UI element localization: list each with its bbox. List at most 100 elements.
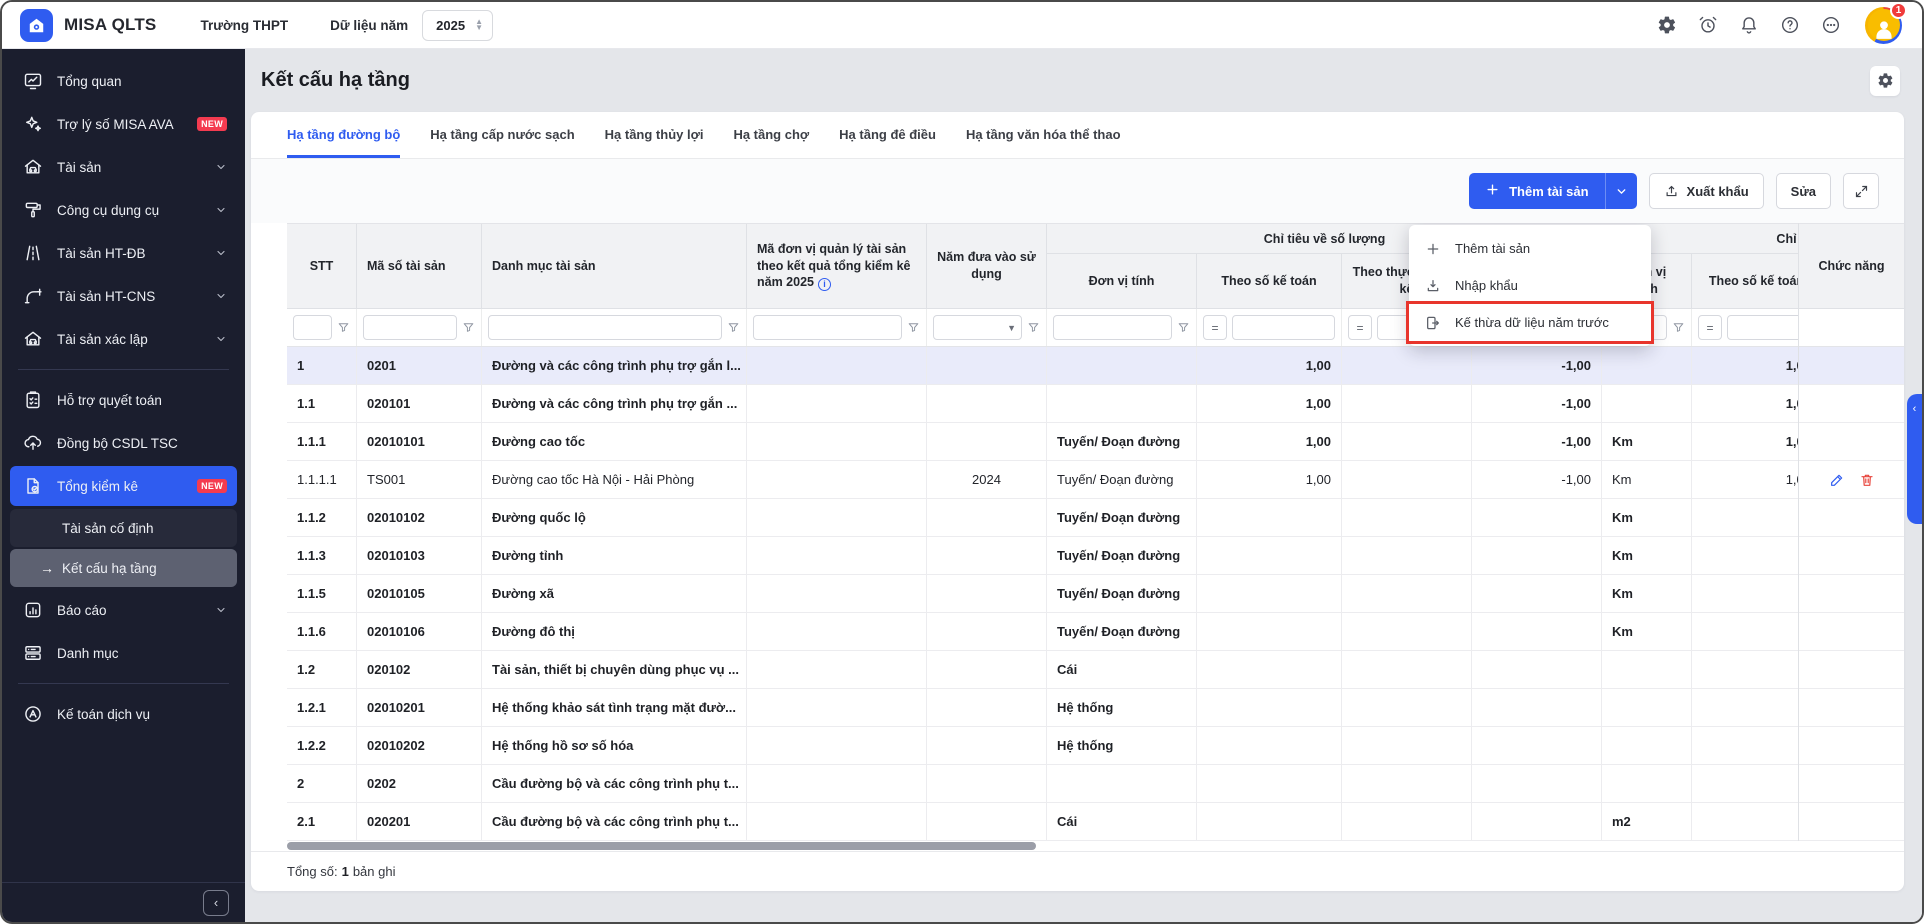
menu-item-1[interactable]: Nhập khẩu [1409, 267, 1651, 304]
tab-3[interactable]: Hạ tầng chợ [733, 112, 809, 158]
table-row[interactable]: 1.2.102010201Hệ thống khảo sát tình trạn… [287, 689, 1904, 727]
filter-funnel-icon[interactable] [907, 321, 920, 334]
filter-input-code[interactable] [363, 315, 457, 340]
cell-unit1: Cái [1047, 803, 1197, 840]
cell-qa: 1,00 [1197, 423, 1342, 460]
scrollbar-thumb[interactable] [287, 842, 1036, 850]
add-asset-dropdown-toggle[interactable] [1605, 173, 1637, 209]
cell-diff [1472, 803, 1602, 840]
table-row[interactable]: 1.2020102Tài sản, thiết bị chuyên dùng p… [287, 651, 1904, 689]
filter-input-mgmt[interactable] [753, 315, 902, 340]
sidebar-item-7[interactable]: Hỗ trợ quyết toán [10, 380, 237, 420]
tab-2[interactable]: Hạ tầng thủy lợi [605, 112, 704, 158]
side-panel-toggle[interactable]: ‹ [1907, 394, 1922, 524]
sidebar-item-2[interactable]: Tài sản [10, 147, 237, 187]
cell-code: 02010102 [357, 499, 482, 536]
tab-4[interactable]: Hạ tầng đê điều [839, 112, 936, 158]
table-row[interactable]: 1.1.202010102Đường quốc lộTuyến/ Đoạn đư… [287, 499, 1904, 537]
function-cell [1799, 423, 1904, 461]
sidebar-item-3[interactable]: Công cụ dụng cụ [10, 190, 237, 230]
more-icon[interactable] [1820, 14, 1842, 36]
table-row[interactable]: 10201Đường và các công trình phụ trợ gắn… [287, 347, 1904, 385]
cell-value: -1,00 [1561, 434, 1591, 449]
cell-value: 02010102 [367, 510, 425, 525]
help-icon[interactable] [1779, 14, 1801, 36]
filter-input-name[interactable] [488, 315, 722, 340]
cell-unit1: Tuyến/ Đoạn đường [1047, 537, 1197, 574]
filter-input-unit1[interactable] [1053, 315, 1172, 340]
sidebar-item-13[interactable]: Danh mục [10, 633, 237, 673]
cell-value: 020102 [367, 662, 410, 677]
export-button[interactable]: Xuất khẩu [1649, 173, 1764, 209]
cell-diff: -1,00 [1472, 461, 1602, 498]
filter-input-stt[interactable] [293, 315, 332, 340]
tab-1[interactable]: Hạ tầng cấp nước sạch [430, 112, 574, 158]
table-row[interactable]: 2.1020201Cầu đường bộ và các công trình … [287, 803, 1904, 841]
filter-funnel-icon[interactable] [337, 321, 350, 334]
cell-value: Cái [1057, 662, 1077, 677]
cell-value: Đường cao tốc Hà Nội - Hải Phòng [492, 472, 694, 487]
import-icon [1424, 278, 1442, 294]
add-asset-button[interactable]: Thêm tài sản [1469, 173, 1604, 209]
menu-item-0[interactable]: Thêm tài sản [1409, 230, 1651, 267]
filter-cell-qa: = [1197, 309, 1342, 346]
cell-stt: 1.2 [287, 651, 357, 688]
tab-0[interactable]: Hạ tầng đường bộ [287, 112, 400, 158]
sidebar-item-4[interactable]: Tài sản HT-ĐB [10, 233, 237, 273]
sidebar-item-12[interactable]: Báo cáo [10, 590, 237, 630]
sidebar-item-5[interactable]: Tài sản HT-CNS [10, 276, 237, 316]
filter-funnel-icon[interactable] [1027, 321, 1040, 334]
filter-select-year[interactable]: ▼ [933, 315, 1022, 340]
notifications-bell-icon[interactable] [1738, 14, 1760, 36]
sidebar-item-8[interactable]: Đồng bộ CSDL TSC [10, 423, 237, 463]
table-row[interactable]: 1.1.602010106Đường đô thịTuyến/ Đoạn đườ… [287, 613, 1904, 651]
table-row[interactable]: 1.1.102010101Đường cao tốcTuyến/ Đoạn đư… [287, 423, 1904, 461]
filter-funnel-icon[interactable] [1672, 321, 1685, 334]
table-row[interactable]: 1.1.1.1TS001Đường cao tốc Hà Nội - Hải P… [287, 461, 1904, 499]
sidebar-item-10[interactable]: Tài sản cố định [10, 509, 237, 547]
filter-cell-mgmt [747, 309, 927, 346]
table-row[interactable]: 1.2.202010202Hệ thống hồ sơ số hóaHệ thố… [287, 727, 1904, 765]
info-icon[interactable]: i [818, 278, 831, 291]
edit-button[interactable]: Sửa [1776, 173, 1831, 209]
cell-unit1: Tuyến/ Đoạn đường [1047, 423, 1197, 460]
sidebar-item-0[interactable]: Tổng quan [10, 61, 237, 101]
table-row[interactable]: 1.1020101Đường và các công trình phụ trợ… [287, 385, 1904, 423]
sidebar-item-1[interactable]: Trợ lý số MISA AVANEW [10, 104, 237, 144]
chevron-down-icon [215, 333, 227, 345]
fullscreen-button[interactable] [1843, 173, 1879, 209]
sidebar-collapse-button[interactable]: ‹ [203, 890, 229, 916]
cell-name: Đường cao tốc [482, 423, 747, 460]
cell-value: 020201 [367, 814, 410, 829]
tab-5[interactable]: Hạ tầng văn hóa thể thao [966, 112, 1121, 158]
cell-mgmt [747, 727, 927, 764]
col-header-stt: STT [287, 224, 357, 308]
year-selector[interactable]: 2025 ▲▼ [422, 10, 493, 41]
cell-stt: 1.1.1.1 [287, 461, 357, 498]
table-row[interactable]: 1.1.302010103Đường tỉnhTuyến/ Đoạn đường… [287, 537, 1904, 575]
avatar[interactable]: 1 [1865, 7, 1902, 44]
sidebar-item-label: Tài sản HT-ĐB [57, 246, 202, 261]
menu-item-2[interactable]: Kế thừa dữ liệu năm trước [1409, 304, 1651, 341]
function-cell [1799, 347, 1904, 385]
home-asset-icon [22, 328, 44, 350]
cell-qa: 1,00 [1197, 385, 1342, 422]
sidebar-item-11[interactable]: →Kết cấu hạ tầng [10, 549, 237, 587]
page-settings-icon[interactable] [1870, 66, 1900, 96]
sidebar-item-14[interactable]: Kế toán dịch vụ [10, 694, 237, 734]
filter-funnel-icon[interactable] [1177, 321, 1190, 334]
cell-value: Km [1612, 472, 1632, 487]
settings-icon[interactable] [1656, 14, 1678, 36]
table-row[interactable]: 1.1.502010105Đường xãTuyến/ Đoạn đườngKm [287, 575, 1904, 613]
sidebar-item-9[interactable]: Tổng kiểm kêNEW [10, 466, 237, 506]
edit-row-icon[interactable] [1829, 472, 1845, 488]
table-row[interactable]: 20202Cầu đường bộ và các công trình phụ … [287, 765, 1904, 803]
sidebar-item-6[interactable]: Tài sản xác lập [10, 319, 237, 359]
delete-row-icon[interactable] [1859, 472, 1875, 488]
filter-funnel-icon[interactable] [727, 321, 740, 334]
filter-cell-name [482, 309, 747, 346]
reminder-icon[interactable] [1697, 14, 1719, 36]
filter-input-qa[interactable] [1232, 315, 1335, 340]
filter-funnel-icon[interactable] [462, 321, 475, 334]
spinner-icon[interactable]: ▲▼ [475, 19, 483, 31]
